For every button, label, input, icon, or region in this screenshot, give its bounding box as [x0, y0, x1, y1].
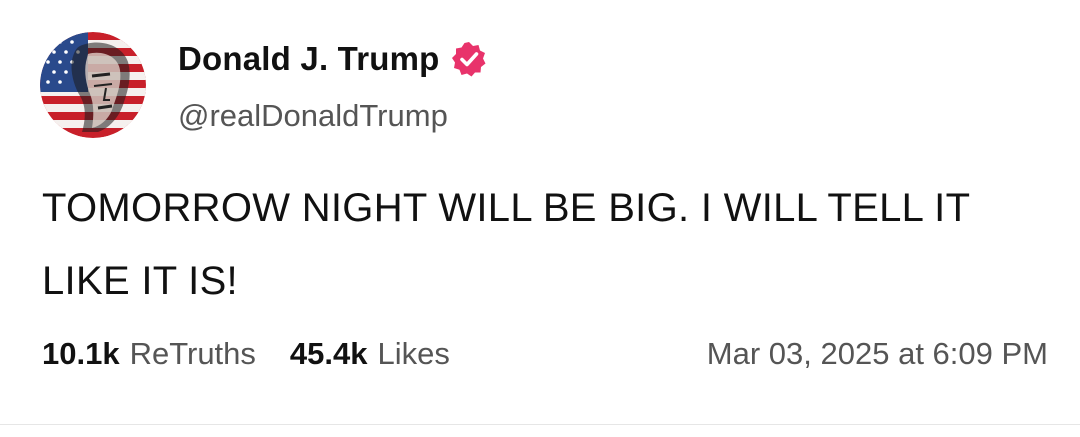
retruths-stat[interactable]: 10.1k ReTruths	[42, 336, 256, 372]
post-stats-row: 10.1k ReTruths 45.4k Likes Mar 03, 2025 …	[42, 332, 1048, 376]
verified-badge-icon	[450, 40, 488, 78]
likes-label: Likes	[377, 336, 450, 371]
author-display-name[interactable]: Donald J. Trump	[178, 40, 440, 78]
post-card: Donald J. Trump @realDonaldTrump TOMORRO…	[0, 0, 1080, 437]
flag-portrait-icon	[40, 32, 146, 138]
avatar[interactable]	[40, 32, 146, 138]
likes-stat[interactable]: 45.4k Likes	[290, 336, 450, 372]
post-timestamp: Mar 03, 2025 at 6:09 PM	[706, 336, 1048, 371]
bottom-divider	[0, 424, 1080, 425]
retruths-label: ReTruths	[129, 336, 256, 371]
author-name-row: Donald J. Trump	[178, 40, 488, 78]
likes-count: 45.4k	[289, 336, 368, 371]
retruths-count: 10.1k	[42, 336, 120, 371]
author-handle[interactable]: @realDonaldTrump	[178, 98, 448, 134]
post-text: TOMORROW NIGHT WILL BE BIG. I WILL TELL …	[42, 186, 970, 303]
